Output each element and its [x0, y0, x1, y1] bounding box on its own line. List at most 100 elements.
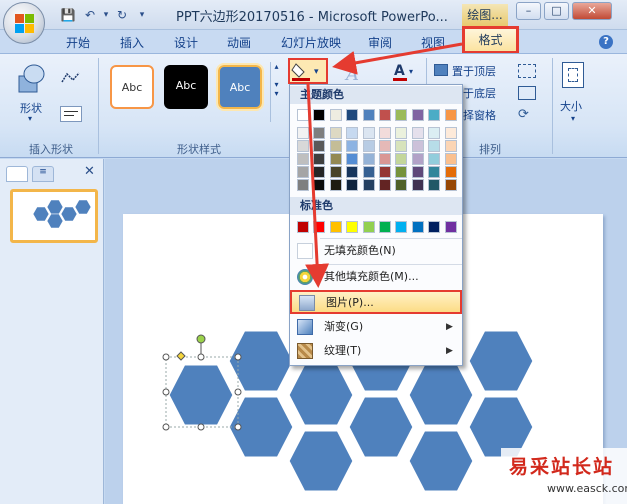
theme-shade-swatch[interactable] — [329, 166, 342, 178]
theme-shade-swatch[interactable] — [297, 179, 309, 191]
size-icon[interactable] — [562, 62, 584, 88]
style-gallery-scroll[interactable]: ▴ ▾ ▾ — [270, 62, 282, 122]
theme-color-swatch[interactable] — [313, 109, 326, 121]
theme-shade-swatch[interactable] — [346, 179, 359, 191]
bring-front-icon[interactable] — [434, 64, 448, 76]
tab-slideshow[interactable]: 幻灯片放映 — [274, 33, 348, 53]
theme-shade-swatch[interactable] — [297, 153, 309, 165]
theme-shade-swatch[interactable] — [346, 127, 359, 139]
theme-shade-swatch[interactable] — [428, 179, 441, 191]
theme-shade-swatch[interactable] — [346, 153, 359, 165]
no-fill-item[interactable]: 无填充颜色(N) — [290, 240, 462, 262]
theme-shade-swatch[interactable] — [362, 179, 375, 191]
theme-color-swatch[interactable] — [379, 109, 391, 121]
theme-shade-swatch[interactable] — [313, 140, 326, 152]
theme-shade-swatch[interactable] — [297, 166, 309, 178]
rotate-icon[interactable]: ⟳ — [518, 108, 536, 122]
theme-shade-swatch[interactable] — [362, 153, 375, 165]
theme-shade-swatch[interactable] — [411, 140, 424, 152]
theme-shade-swatch[interactable] — [379, 127, 391, 139]
theme-shade-swatch[interactable] — [411, 179, 424, 191]
theme-shade-swatch[interactable] — [411, 127, 424, 139]
theme-shade-swatch[interactable] — [444, 127, 457, 139]
align-icon[interactable] — [518, 64, 536, 78]
office-button[interactable] — [3, 2, 45, 44]
edit-shape-icon[interactable] — [60, 70, 82, 86]
size-button-label[interactable]: 大小 — [560, 98, 582, 114]
standard-color-swatch[interactable] — [395, 221, 408, 233]
theme-color-swatch[interactable] — [329, 109, 342, 121]
theme-shade-swatch[interactable] — [428, 166, 441, 178]
theme-shade-swatch[interactable] — [395, 140, 408, 152]
tab-design[interactable]: 设计 — [166, 33, 206, 53]
shape-style-1[interactable]: Abc — [110, 65, 154, 109]
help-icon[interactable]: ? — [599, 35, 613, 49]
more-fill-colors-item[interactable]: 其他填充颜色(M)... — [290, 266, 462, 288]
theme-shade-swatch[interactable] — [313, 153, 326, 165]
redo-icon[interactable]: ↻ — [114, 7, 130, 23]
theme-shade-swatch[interactable] — [329, 179, 342, 191]
outline-tab[interactable]: ≡ — [32, 166, 54, 182]
shape-style-2[interactable]: Abc — [164, 65, 208, 109]
theme-shade-swatch[interactable] — [346, 140, 359, 152]
texture-fill-item[interactable]: 纹理(T) ▶ — [290, 340, 462, 362]
tab-format[interactable]: 格式 — [462, 26, 519, 54]
customize-qat-icon[interactable]: ▾ — [134, 7, 150, 23]
theme-shade-swatch[interactable] — [329, 140, 342, 152]
minimize-button[interactable]: – — [516, 2, 541, 20]
bring-to-front-button[interactable]: 置于顶层 — [452, 63, 496, 79]
theme-shade-swatch[interactable] — [444, 153, 457, 165]
theme-shade-swatch[interactable] — [362, 140, 375, 152]
theme-shade-swatch[interactable] — [411, 153, 424, 165]
undo-icon[interactable]: ↶ — [82, 7, 98, 23]
theme-shade-swatch[interactable] — [395, 166, 408, 178]
theme-shade-swatch[interactable] — [297, 140, 309, 152]
theme-shade-swatch[interactable] — [379, 140, 391, 152]
tab-view[interactable]: 视图 — [415, 33, 451, 53]
standard-color-swatch[interactable] — [297, 221, 309, 233]
gradient-fill-item[interactable]: 渐变(G) ▶ — [290, 316, 462, 338]
theme-shade-swatch[interactable] — [313, 179, 326, 191]
theme-color-swatch[interactable] — [428, 109, 441, 121]
standard-color-swatch[interactable] — [362, 221, 375, 233]
save-icon[interactable]: 💾 — [60, 7, 76, 23]
slides-tab[interactable] — [6, 166, 28, 182]
theme-shade-swatch[interactable] — [444, 140, 457, 152]
theme-shade-swatch[interactable] — [379, 179, 391, 191]
shapes-icon[interactable] — [16, 62, 48, 94]
theme-shade-swatch[interactable] — [444, 166, 457, 178]
standard-color-swatch[interactable] — [329, 221, 342, 233]
close-button[interactable]: ✕ — [572, 2, 612, 20]
theme-shade-swatch[interactable] — [362, 166, 375, 178]
theme-color-swatch[interactable] — [297, 109, 309, 121]
standard-color-swatch[interactable] — [411, 221, 424, 233]
theme-shade-swatch[interactable] — [428, 127, 441, 139]
shape-style-3[interactable]: Abc — [216, 63, 264, 111]
standard-color-swatch[interactable] — [444, 221, 457, 233]
tab-insert[interactable]: 插入 — [112, 33, 152, 53]
theme-color-swatch[interactable] — [444, 109, 457, 121]
maximize-button[interactable]: □ — [544, 2, 569, 20]
theme-shade-swatch[interactable] — [362, 127, 375, 139]
tab-home[interactable]: 开始 — [58, 33, 98, 53]
undo-dropdown-icon[interactable]: ▾ — [98, 7, 114, 23]
theme-shade-swatch[interactable] — [395, 153, 408, 165]
theme-color-swatch[interactable] — [362, 109, 375, 121]
theme-color-swatch[interactable] — [346, 109, 359, 121]
theme-shade-swatch[interactable] — [379, 153, 391, 165]
theme-shade-swatch[interactable] — [428, 140, 441, 152]
close-panel-icon[interactable]: ✕ — [84, 164, 95, 179]
theme-shade-swatch[interactable] — [395, 127, 408, 139]
theme-shade-swatch[interactable] — [329, 153, 342, 165]
theme-shade-swatch[interactable] — [395, 179, 408, 191]
theme-shade-swatch[interactable] — [379, 166, 391, 178]
theme-shade-swatch[interactable] — [428, 153, 441, 165]
theme-shade-swatch[interactable] — [411, 166, 424, 178]
standard-color-swatch[interactable] — [428, 221, 441, 233]
textbox-icon[interactable] — [60, 106, 82, 122]
standard-color-swatch[interactable] — [346, 221, 359, 233]
standard-color-swatch[interactable] — [313, 221, 326, 233]
text-fill-icon[interactable]: A ▾ — [392, 60, 418, 84]
theme-shade-swatch[interactable] — [346, 166, 359, 178]
theme-shade-swatch[interactable] — [444, 179, 457, 191]
